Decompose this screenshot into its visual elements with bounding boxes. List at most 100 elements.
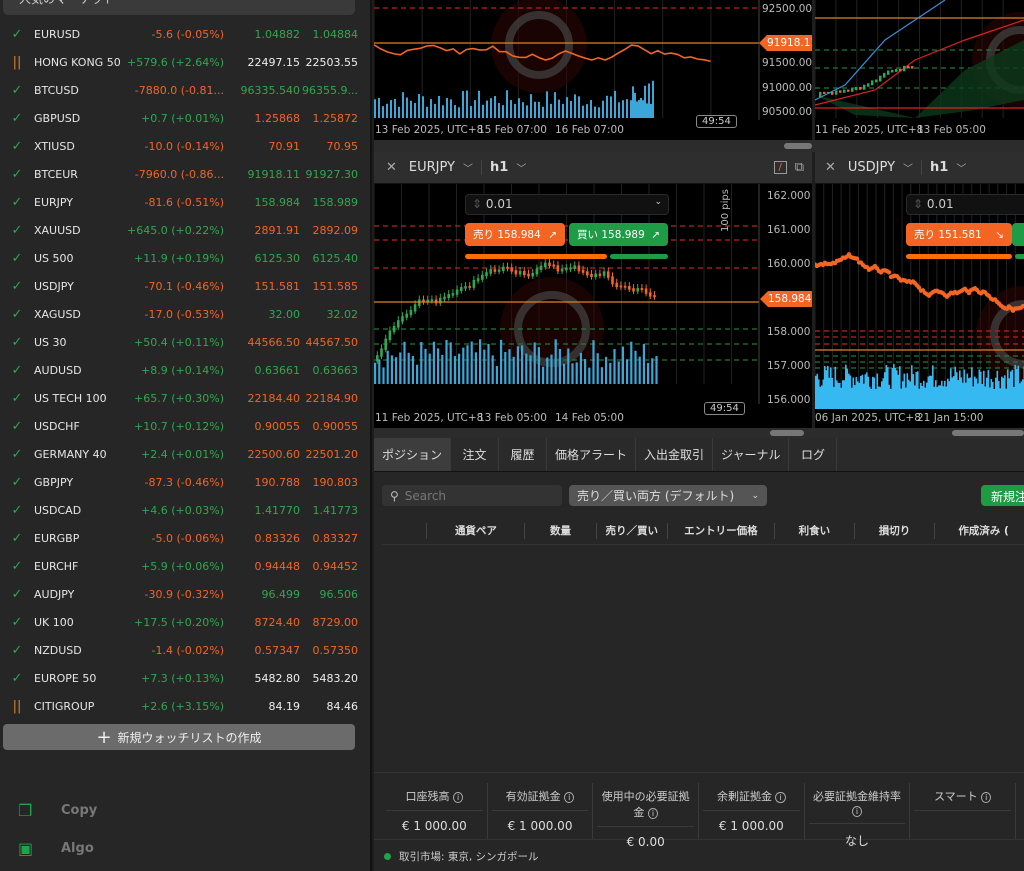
watchlist-row[interactable]: || HONG KONG 50 +579.6 (+2.64%) 22497.15 225… [0,48,360,76]
ask-price[interactable]: 44567.50 [300,336,359,349]
watchlist-row[interactable]: ✓ NZDUSD -1.4 (-0.02%) 0.57347 0.57350 [0,636,360,664]
info-icon[interactable]: i [452,792,464,803]
chart-canvas[interactable] [815,184,1024,428]
watchlist-row[interactable]: ✓ US 500 +11.9 (+0.19%) 6125.30 6125.40 [0,244,360,272]
ask-price[interactable]: 190.803 [300,476,359,489]
watchlist-row[interactable]: ✓ UK 100 +17.5 (+0.20%) 8724.40 8729.00 [0,608,360,636]
ask-price[interactable]: 158.989 [300,196,359,209]
tab[interactable]: 価格アラート [547,438,637,471]
chevron-down-icon[interactable]: ﹀ [463,160,473,175]
watchlist-row[interactable]: ✓ AUDJPY -30.9 (-0.32%) 96.499 96.506 [0,580,360,608]
bid-price[interactable]: 22497.15 [224,56,301,69]
watchlist-row[interactable]: ✓ GBPJPY -87.3 (-0.46%) 190.788 190.803 [0,468,360,496]
close-icon[interactable]: ✕ [825,160,836,175]
column-header[interactable]: エントリー価格 [666,523,774,539]
bid-price[interactable]: 1.25868 [224,112,301,125]
bid-price[interactable]: 1.41770 [224,504,301,517]
bid-price[interactable]: 91918.11 [224,168,301,181]
chart-scrollbar[interactable] [374,140,1024,152]
new-order-button[interactable]: 新規注文 [981,485,1024,506]
scroll-thumb[interactable] [952,430,1024,436]
watchlist-row[interactable]: ✓ XTIUSD -10.0 (-0.14%) 70.91 70.95 [0,132,360,160]
watchlist-row[interactable]: ✓ EURJPY -81.6 (-0.51%) 158.984 158.989 [0,188,360,216]
stepper-icon[interactable]: ⇕ [913,197,927,211]
popout-icon[interactable]: ⧉ [795,160,804,175]
ask-price[interactable]: 2892.09 [300,224,359,237]
symbol-selector[interactable]: EURJPY [409,160,455,175]
chart-top-right[interactable]: 11 Feb 2025, UTC+8 13 Feb 05:00 [815,0,1024,140]
watchlist-row[interactable]: ✓ BTCEUR -7960.0 (-0.86... 91918.11 91927.30 [0,160,360,188]
watchlist-row[interactable]: ✓ EURGBP -5.0 (-0.06%) 0.83326 0.83327 [0,524,360,552]
timeframe-selector[interactable]: h1 [481,160,508,175]
ask-price[interactable]: 0.83327 [300,532,359,545]
ask-price[interactable]: 0.94452 [300,560,359,573]
ask-price[interactable]: 22501.20 [300,448,359,461]
watchlist-row[interactable]: ✓ EURUSD -5.6 (-0.05%) 1.04882 1.04884 [0,20,360,48]
bid-price[interactable]: 70.91 [224,140,301,153]
watchlist-selector[interactable]: 人気のマーケット [3,0,355,15]
bid-price[interactable]: 0.63661 [224,364,301,377]
side-filter-dropdown[interactable]: 売り／買い両方 (デフォルト) ⌄ [569,485,767,506]
watchlist-row[interactable]: ✓ US TECH 100 +65.7 (+0.30%) 22184.40 22184.… [0,384,360,412]
close-icon[interactable]: ✕ [386,160,397,175]
chart-canvas[interactable] [374,0,812,140]
watchlist-row[interactable]: ✓ AUDUSD +8.9 (+0.14%) 0.63661 0.63663 [0,356,360,384]
tab[interactable]: 入出金取引 [636,438,714,471]
ask-price[interactable]: 70.95 [300,140,359,153]
bid-price[interactable]: 0.83326 [224,532,301,545]
ask-price[interactable]: 1.25872 [300,112,359,125]
ask-price[interactable]: 0.63663 [300,364,359,377]
ask-price[interactable]: 91927.30 [300,168,359,181]
bid-price[interactable]: 6125.30 [224,252,301,265]
watchlist-row[interactable]: ✓ USDCAD +4.6 (+0.03%) 1.41770 1.41773 [0,496,360,524]
ask-price[interactable]: 151.585 [300,280,359,293]
sell-button[interactable]: 売り 158.984 ↗ [465,223,565,246]
watchlist-row[interactable]: ✓ GBPUSD +0.7 (+0.01%) 1.25868 1.25872 [0,104,360,132]
search-input[interactable]: ⚲ Search [382,485,562,506]
tab[interactable]: ポジション [374,438,452,471]
bid-price[interactable]: 158.984 [224,196,301,209]
tab[interactable]: 注文 [451,438,500,471]
bid-price[interactable]: 96.499 [224,588,301,601]
chevron-down-icon[interactable]: ⌄ [654,197,662,207]
column-header[interactable]: 損切り [853,523,934,539]
column-header[interactable]: 作成済み ( [934,523,1024,539]
chart-canvas[interactable] [374,184,812,428]
chevron-down-icon[interactable]: ﹀ [956,160,966,175]
bid-price[interactable]: 2891.91 [224,224,301,237]
chart-btceur[interactable]: 92500.00 91918.11 91500.00 91000.00 9050… [374,0,812,140]
tab[interactable]: ジャーナル [713,438,790,471]
info-icon[interactable]: i [981,792,992,803]
watchlist-row[interactable]: ✓ EUROPE 50 +7.3 (+0.13%) 5482.80 5483.20 [0,664,360,692]
bid-price[interactable]: 22184.40 [224,392,301,405]
chart-usdjpy[interactable]: ⇕ 0.01 売り 151.581 ↘ 06 Jan 2025, UTC+8 21… [815,184,1024,428]
watchlist-row[interactable]: ✓ EURCHF +5.9 (+0.06%) 0.94448 0.94452 [0,552,360,580]
bid-price[interactable]: 1.04882 [224,28,301,41]
scroll-thumb[interactable] [784,143,812,149]
tab[interactable]: ログ [789,438,838,471]
bid-price[interactable]: 151.581 [224,280,301,293]
ask-price[interactable]: 0.57350 [300,644,359,657]
drawing-tool-icon[interactable]: / [773,161,787,174]
watchlist-row[interactable]: || CITIGROUP +2.6 (+3.15%) 84.19 84.46 [0,692,360,720]
tab[interactable]: 履歴 [499,438,548,471]
ask-price[interactable]: 32.02 [300,308,359,321]
chevron-down-icon[interactable]: ﹀ [516,160,526,175]
column-header[interactable]: 通貨ペア [426,523,524,539]
ask-price[interactable]: 0.90055 [300,420,359,433]
bid-price[interactable]: 22500.60 [224,448,301,461]
bid-price[interactable]: 84.19 [224,700,301,713]
quantity-input[interactable]: ⇕ 0.01 ⌄ [465,194,669,215]
ask-price[interactable]: 96.506 [300,588,359,601]
watchlist-row[interactable]: ✓ XAUUSD +645.0 (+0.22%) 2891.91 2892.09 [0,216,360,244]
bid-price[interactable]: 44566.50 [224,336,301,349]
stepper-icon[interactable]: ⇕ [472,197,486,211]
column-header[interactable]: 売り／買い [595,523,667,539]
ask-price[interactable]: 1.41773 [300,504,359,517]
ask-price[interactable]: 96355.9... [300,84,358,97]
column-header[interactable]: 利食い [773,523,854,539]
chart-scrollbar[interactable] [374,428,1024,438]
chevron-down-icon[interactable]: ﹀ [903,160,913,175]
watchlist-row[interactable]: ✓ GERMANY 40 +2.4 (+0.01%) 22500.60 22501.20 [0,440,360,468]
new-watchlist-button[interactable]: + 新規ウォッチリストの作成 [3,724,355,750]
